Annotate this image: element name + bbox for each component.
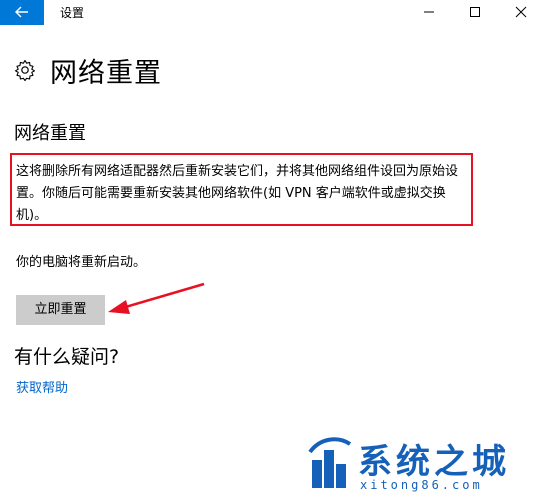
restart-note: 你的电脑将重新启动。 bbox=[16, 255, 147, 270]
section-title: 网络重置 bbox=[14, 123, 86, 144]
window-title: 设置 bbox=[60, 6, 85, 20]
title-bar: 设置 bbox=[0, 0, 544, 25]
gear-icon bbox=[14, 59, 36, 81]
minimize-icon bbox=[423, 3, 435, 22]
faq-title: 有什么疑问? bbox=[14, 346, 120, 368]
reset-now-button[interactable]: 立即重置 bbox=[16, 295, 105, 325]
back-arrow-icon bbox=[15, 3, 29, 22]
description-text: 这将删除所有网络适配器然后重新安装它们，并将其他网络组件设回为原始设置。你随后可… bbox=[16, 164, 459, 223]
city-logo-icon bbox=[308, 437, 352, 488]
watermark: 系统之城 xitong86.com bbox=[298, 430, 538, 498]
get-help-link[interactable]: 获取帮助 bbox=[16, 377, 68, 396]
annotation-arrow-icon bbox=[108, 282, 205, 314]
page-title: 网络重置 bbox=[50, 57, 162, 89]
maximize-icon bbox=[469, 3, 481, 22]
page-header: 网络重置 bbox=[14, 50, 162, 90]
watermark-name: 系统之城 bbox=[358, 442, 510, 482]
watermark-url: xitong86.com bbox=[360, 478, 483, 492]
minimize-button[interactable] bbox=[406, 0, 452, 25]
close-icon bbox=[515, 3, 527, 22]
close-button[interactable] bbox=[498, 0, 544, 25]
maximize-button[interactable] bbox=[452, 0, 498, 25]
back-button[interactable] bbox=[0, 0, 44, 25]
